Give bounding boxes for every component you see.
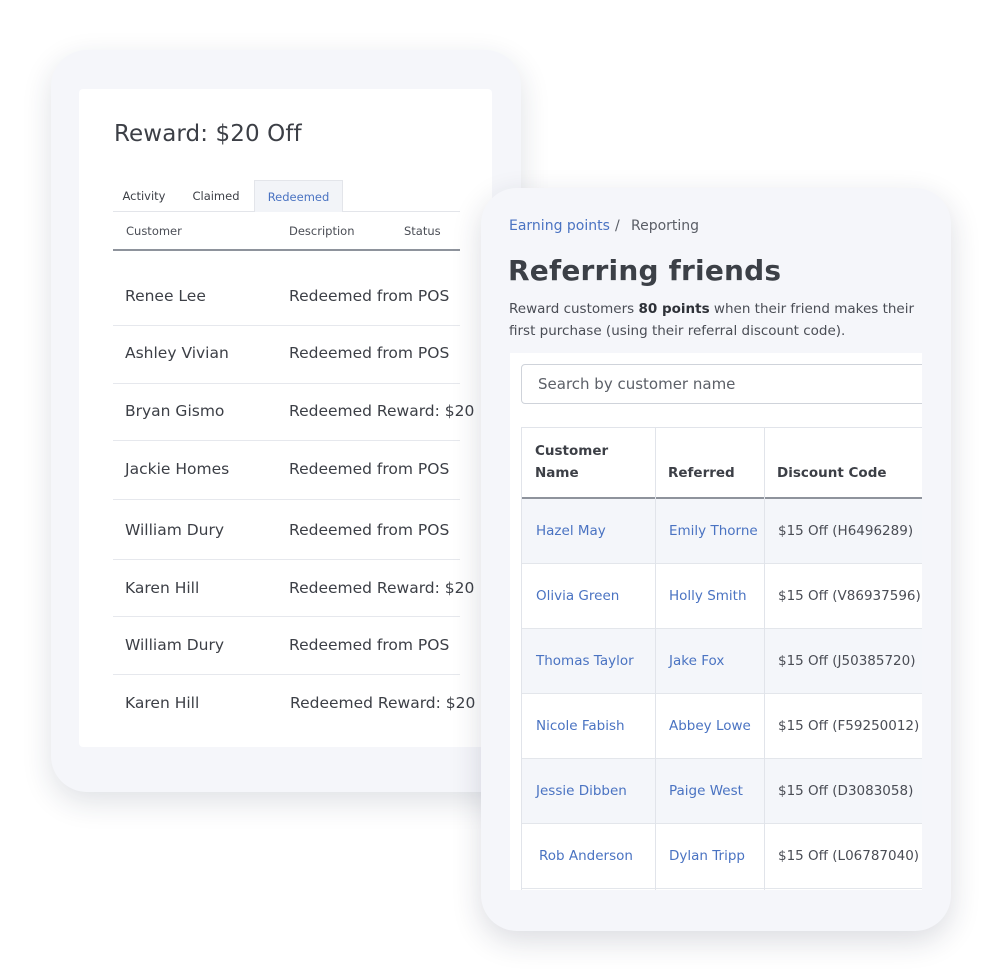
referred-name-link[interactable]: Emily Thorne [669,499,758,563]
column-header-discount-code[interactable]: Discount Code [777,462,887,484]
referred-name-link[interactable]: Paige West [669,759,743,823]
customer-name-link[interactable]: Nicole Fabish [536,694,625,758]
table-row[interactable]: Renee Lee Redeemed from POS [113,251,460,326]
customer-name: William Dury [125,636,225,654]
redemption-description: Redeemed from POS [289,460,450,478]
table-row[interactable]: Thomas Taylor Jake Fox $15 Off (J5038572… [522,629,922,694]
discount-code: $15 Off (H6496289) [778,523,914,539]
reward-title: Reward: $20 Off [114,121,302,147]
customer-name-link[interactable]: Thomas Taylor [536,629,634,693]
redemption-description: Redeemed from POS [289,521,450,539]
redemption-description: Redeemed from POS [289,636,450,654]
breadcrumb-current: Reporting [631,218,700,234]
referral-table: Customer Name Referred Discount Code Haz… [521,427,922,890]
discount-code: $15 Off (V86937596) [778,588,921,604]
table-row[interactable]: Jackie Homes Redeemed from POS [113,441,460,500]
customer-name-link[interactable]: Hazel May [536,499,606,563]
customer-name-link[interactable]: Jessie Dibben [536,759,627,823]
breadcrumb-separator: / [615,218,620,234]
customer-name: Jackie Homes [125,460,230,478]
column-header-customer[interactable]: Customer [126,224,182,238]
customer-name: William Dury [125,521,225,539]
referred-name-link[interactable]: Jake Fox [669,629,724,693]
customer-name: Karen Hill [125,694,200,712]
redemption-description: Redeemed from POS [289,344,450,362]
tab-redeemed[interactable]: Redeemed [254,180,343,212]
reward-card: Reward: $20 Off Activity Claimed Redeeme… [51,50,521,792]
page-title: Referring friends [508,254,782,287]
discount-code: $15 Off (J50385720) [778,653,916,669]
referred-name-link[interactable]: Holly Smith [669,564,747,628]
table-row[interactable]: Nicole Fabish Abbey Lowe $15 Off (F59250… [522,694,922,759]
customer-name: Karen Hill [125,579,200,597]
redemption-description: Redeemed Reward: $20 [290,694,476,712]
table-row[interactable]: Karen Hill Redeemed Reward: $20 [113,675,475,735]
customer-name-link[interactable]: Olivia Green [536,564,619,628]
points-amount: 80 points [638,301,710,317]
page-description: Reward customers 80 points when their fr… [509,298,929,342]
tab-activity[interactable]: Activity [113,180,175,212]
customer-name: Ashley Vivian [125,344,229,362]
column-divider [655,427,656,890]
table-row[interactable]: Ashley Vivian Redeemed from POS [113,326,460,384]
reward-panel: Reward: $20 Off Activity Claimed Redeeme… [79,89,492,747]
description-before: Reward customers [509,301,639,317]
table-row[interactable]: Hazel May Emily Thorne $15 Off (H6496289… [522,499,922,564]
table-row[interactable]: Rob Anderson Dylan Tripp $15 Off (L06787… [522,824,922,889]
reward-tabs: Activity Claimed Redeemed [113,180,460,212]
table-header: Customer Name Referred Discount Code [522,427,922,499]
column-header-description[interactable]: Description [289,224,355,238]
referral-table-panel: Customer Name Referred Discount Code Haz… [510,353,922,890]
table-row[interactable]: Olivia Green Holly Smith $15 Off (V86937… [522,564,922,629]
tab-claimed[interactable]: Claimed [181,180,251,212]
table-row[interactable]: William Dury Redeemed from POS [113,500,460,560]
redemption-description: Redeemed from POS [289,287,450,305]
search-input[interactable] [521,364,922,404]
customer-name: Bryan Gismo [125,402,225,420]
redemption-description: Redeemed Reward: $20 [289,579,475,597]
customer-name: Renee Lee [125,287,206,305]
redemption-description: Redeemed Reward: $20 [289,402,475,420]
column-divider [764,427,765,890]
referred-name-link[interactable]: Abbey Lowe [669,694,751,758]
customer-name-link[interactable]: Rob Anderson [539,824,633,888]
table-row[interactable]: William Dury Redeemed from POS [113,617,460,675]
table-row[interactable]: Bryan Gismo Redeemed Reward: $20 [113,384,474,441]
table-row[interactable]: Karen Hill Redeemed Reward: $20 [113,560,474,617]
column-header-customer-name[interactable]: Customer Name [535,440,625,484]
referral-card: Earning points / Reporting Referring fri… [481,188,951,931]
discount-code: $15 Off (D3083058) [778,783,914,799]
column-header-status[interactable]: Status [404,224,441,238]
column-header-referred[interactable]: Referred [668,462,735,484]
discount-code: $15 Off (F59250012) [778,718,920,734]
table-row[interactable]: Jessie Dibben Paige West $15 Off (D30830… [522,759,922,824]
breadcrumb-earning-points[interactable]: Earning points [509,218,610,234]
discount-code: $15 Off (L06787040) [778,848,920,864]
referred-name-link[interactable]: Dylan Tripp [669,824,745,888]
